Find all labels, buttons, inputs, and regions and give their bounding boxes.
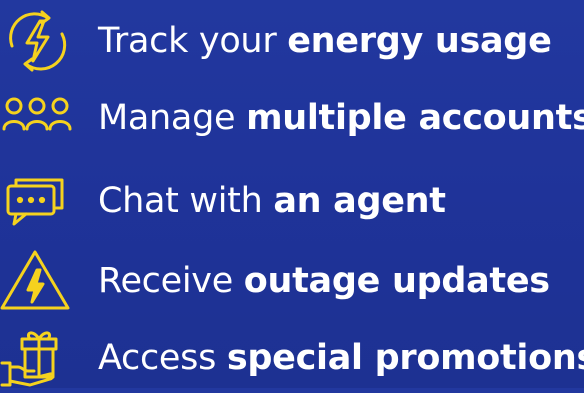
feature-text: Track your energy usage [98,6,552,76]
feature-text: Access special promotions [98,323,584,393]
feature-text-regular: Receive [98,261,244,301]
feature-text-regular: Chat with [98,181,274,221]
feature-text: Manage multiple accounts [98,83,584,153]
feature-text-regular: Track your [98,21,288,61]
gift-hand-icon [0,323,78,393]
feature-chat-agent: Chat with an agent [0,166,584,236]
feature-special-promotions: Access special promotions [0,323,584,393]
feature-text: Chat with an agent [98,166,446,236]
feature-manage-accounts: Manage multiple accounts [0,83,584,153]
feature-list: Track your energy usage Manage multiple … [0,0,584,388]
feature-text-bold: outage updates [243,261,550,301]
feature-text-bold: energy usage [287,21,552,61]
feature-text-regular: Access [98,338,227,378]
feature-outage-updates: Receive outage updates [0,246,584,316]
feature-text-bold: special promotions [226,338,584,378]
energy-cycle-bolt-icon [0,6,78,76]
feature-track-energy: Track your energy usage [0,6,584,76]
people-group-icon [0,83,78,153]
warning-bolt-icon [0,246,78,316]
feature-text-bold: multiple accounts [246,98,584,138]
chat-bubbles-icon [0,166,78,236]
feature-text-regular: Manage [98,98,247,138]
feature-text-bold: an agent [273,181,446,221]
feature-text: Receive outage updates [98,246,550,316]
